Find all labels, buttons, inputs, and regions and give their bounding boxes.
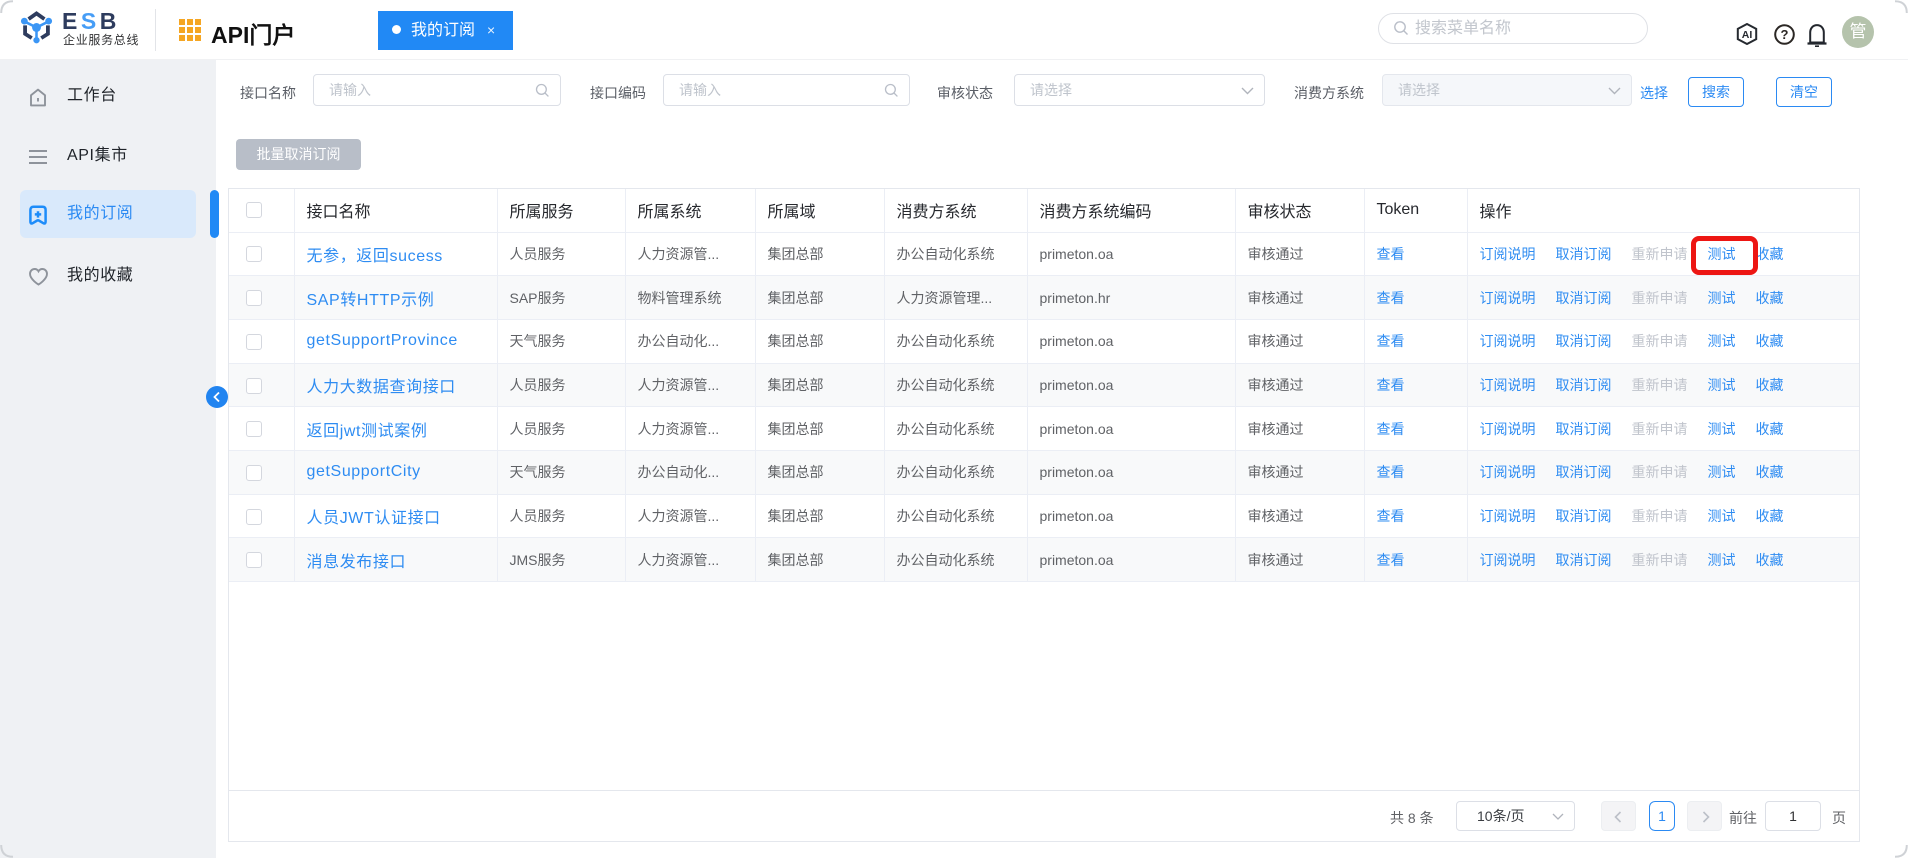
svg-text:?: ? [1781,27,1789,42]
svg-text:AI: AI [1742,29,1753,41]
